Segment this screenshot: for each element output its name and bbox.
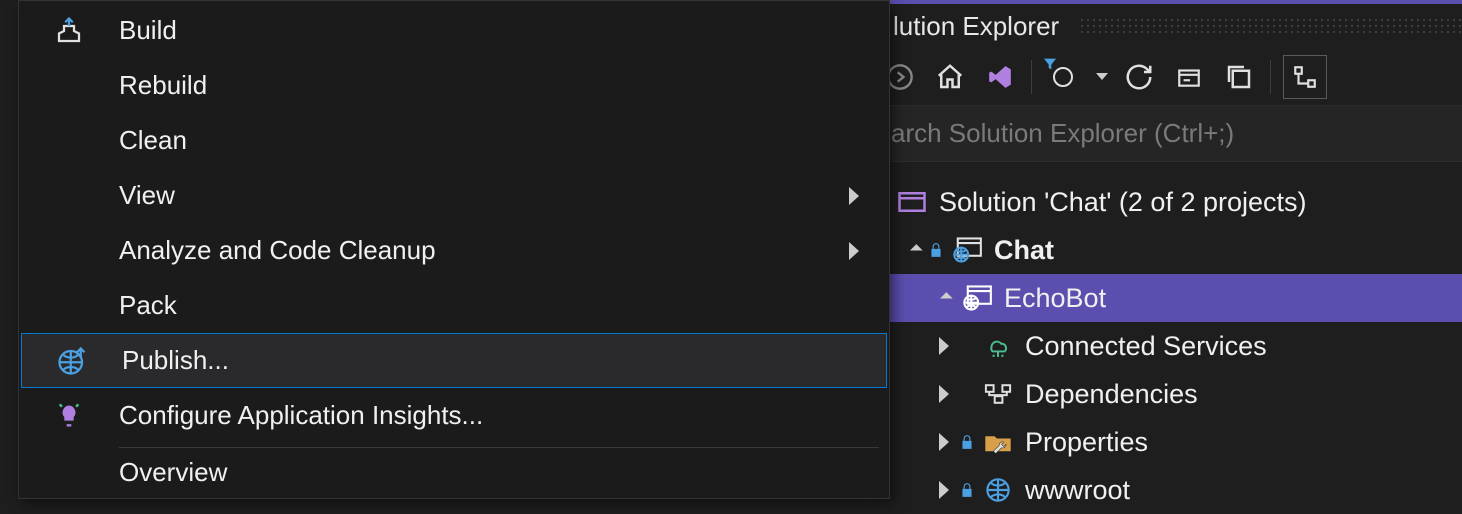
tree-node-properties[interactable]: Properties [871, 418, 1462, 466]
menu-label: Analyze and Code Cleanup [119, 235, 849, 266]
solution-explorer-panel: lution Explorer arc [870, 0, 1462, 501]
tree-node-echobot[interactable]: EchoBot [871, 274, 1462, 322]
panel-title-bar: lution Explorer [871, 0, 1462, 48]
tree-node-connected-services[interactable]: Connected Services [871, 322, 1462, 370]
show-all-icon[interactable] [1220, 58, 1258, 96]
globe-up-icon [22, 346, 122, 376]
chevron-down-icon[interactable] [940, 292, 953, 305]
tree-label: Solution 'Chat' (2 of 2 projects) [939, 187, 1307, 218]
project-context-menu: Build Rebuild Clean View Analyze and Cod… [18, 0, 890, 499]
menu-view[interactable]: View [19, 168, 889, 223]
wrench-folder-icon [981, 427, 1015, 457]
toolbar-separator [1031, 60, 1032, 94]
menu-label: View [119, 180, 849, 211]
tree-label: Properties [1025, 427, 1148, 458]
globe-window-icon [960, 283, 994, 313]
chevron-right-icon[interactable] [939, 481, 949, 499]
solution-explorer-toolbar [871, 48, 1462, 106]
collapse-icon[interactable] [1170, 58, 1208, 96]
home-icon[interactable] [931, 58, 969, 96]
globe-window-icon [950, 235, 984, 265]
tree-label: Dependencies [1025, 379, 1198, 410]
tree-solution-node[interactable]: Solution 'Chat' (2 of 2 projects) [871, 178, 1462, 226]
tree-label: Connected Services [1025, 331, 1267, 362]
menu-build[interactable]: Build [19, 3, 889, 58]
solution-icon [895, 187, 929, 217]
menu-pack[interactable]: Pack [19, 278, 889, 333]
lock-icon [957, 434, 977, 450]
menu-label: Build [119, 15, 859, 46]
tree-node-dependencies[interactable]: Dependencies [871, 370, 1462, 418]
chevron-right-icon[interactable] [939, 385, 949, 403]
lock-icon [957, 482, 977, 498]
dropdown-icon[interactable] [1096, 73, 1108, 80]
menu-label: Rebuild [119, 70, 859, 101]
menu-divider [119, 447, 879, 448]
cloud-service-icon [981, 331, 1015, 361]
chevron-right-icon [849, 187, 859, 205]
menu-app-insights[interactable]: Configure Application Insights... [19, 388, 889, 443]
menu-rebuild[interactable]: Rebuild [19, 58, 889, 113]
menu-label: Clean [119, 125, 859, 156]
menu-overview[interactable]: Overview [19, 452, 889, 492]
vs-icon[interactable] [981, 58, 1019, 96]
menu-analyze[interactable]: Analyze and Code Cleanup [19, 223, 889, 278]
tree-node-wwwroot[interactable]: wwwroot [871, 466, 1462, 514]
chevron-right-icon[interactable] [939, 337, 949, 355]
tree-node-chat[interactable]: Chat [871, 226, 1462, 274]
build-icon [19, 16, 119, 46]
menu-label: Overview [119, 457, 859, 488]
lightbulb-icon [19, 402, 119, 430]
chevron-down-icon[interactable] [910, 244, 923, 257]
tree-label: Chat [994, 235, 1054, 266]
solution-tree: Solution 'Chat' (2 of 2 projects) Chat E… [871, 162, 1462, 514]
toolbar-separator [1270, 60, 1271, 94]
menu-label: Configure Application Insights... [119, 400, 859, 431]
filter-icon[interactable] [1044, 58, 1082, 96]
menu-publish[interactable]: Publish... [21, 333, 887, 388]
menu-clean[interactable]: Clean [19, 113, 889, 168]
lock-icon [926, 242, 946, 258]
search-input[interactable]: arch Solution Explorer (Ctrl+;) [871, 106, 1462, 162]
chevron-right-icon[interactable] [939, 433, 949, 451]
chevron-right-icon [849, 242, 859, 260]
tree-label: EchoBot [1004, 283, 1106, 314]
panel-title: lution Explorer [893, 11, 1059, 42]
menu-label: Publish... [122, 345, 856, 376]
search-placeholder: arch Solution Explorer (Ctrl+;) [891, 118, 1234, 149]
tree-view-toggle-icon[interactable] [1283, 55, 1327, 99]
refresh-icon[interactable] [1120, 58, 1158, 96]
menu-label: Pack [119, 290, 859, 321]
panel-grip[interactable] [1079, 17, 1462, 35]
dependency-icon [981, 379, 1015, 409]
